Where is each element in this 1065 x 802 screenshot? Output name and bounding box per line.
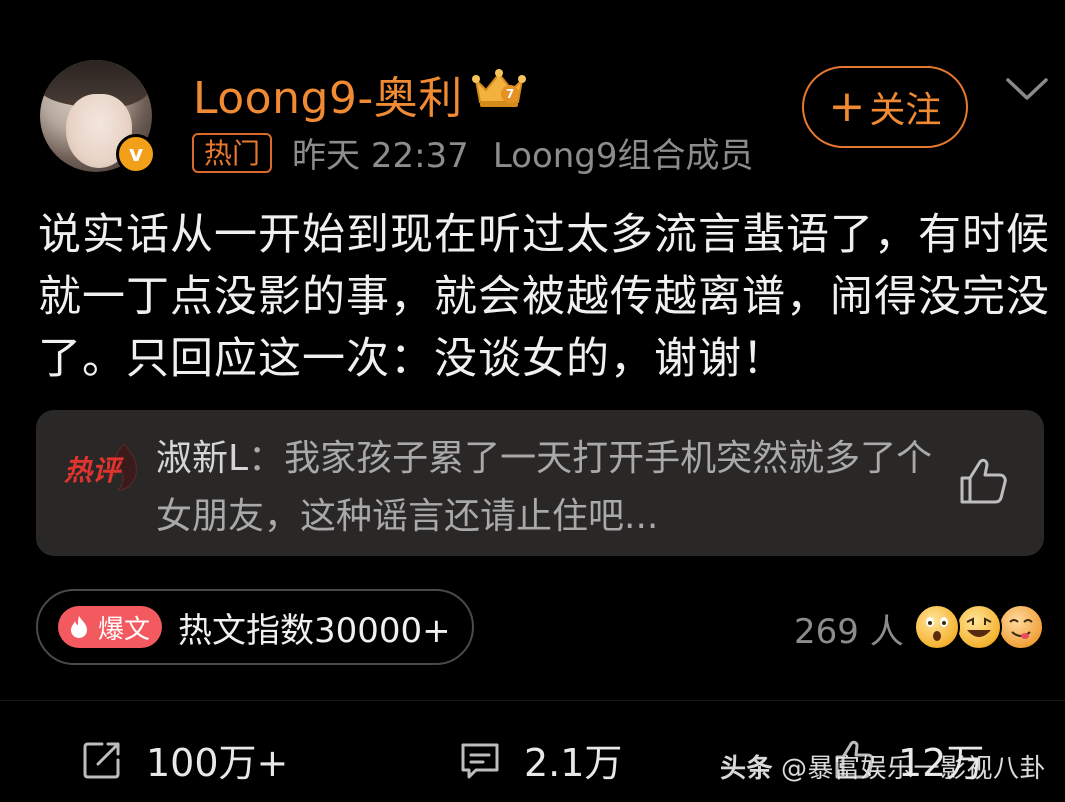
plus-icon: +	[828, 81, 866, 132]
baowen-badge: 爆文	[58, 606, 163, 648]
comment-author[interactable]: 淑新L	[156, 438, 248, 479]
weibo-post-page: v Loong9-奥利 7 热门 昨天 22:37 Loong9组合成员 + 关…	[0, 0, 1065, 802]
post-content[interactable]: 说实话从一开始到现在听过太多流言蜚语了，有时候就一丁点没影的事，就会被越传越离谱…	[38, 204, 1053, 390]
chevron-down-icon[interactable]	[1004, 72, 1050, 106]
comment-button[interactable]: 2.1万	[458, 732, 622, 787]
repost-icon	[83, 742, 120, 778]
yummy-emoji-icon[interactable]	[998, 604, 1044, 650]
post-time: 昨天 22:37	[292, 136, 469, 176]
thumbs-up-icon[interactable]	[956, 454, 1010, 508]
watermark-account: @暴富娱乐一影视八卦	[781, 754, 1047, 784]
comment-separator: ：	[248, 438, 285, 479]
hot-index-text: 热文指数30000+	[178, 610, 451, 651]
watermark: 头条 @暴富娱乐一影视八卦	[720, 748, 1046, 785]
hot-comment-text: 淑新L：我家孩子累了一天打开手机突然就多了个女朋友，这种谣言还请止住吧...	[156, 430, 946, 546]
repost-button[interactable]: 100万+	[80, 732, 288, 787]
watermark-brand: 头条	[720, 754, 774, 784]
surprised-emoji-icon[interactable]	[914, 604, 960, 650]
follow-label: 关注	[869, 90, 942, 131]
hot-index-pill[interactable]: 爆文 热文指数30000+	[36, 589, 474, 665]
crown-icon: 7	[472, 69, 526, 107]
hot-comment-badge-text: 热评	[63, 454, 124, 487]
baowen-label: 爆文	[98, 614, 151, 645]
flame-icon	[71, 616, 87, 638]
follow-button[interactable]: + 关注	[802, 66, 968, 148]
repost-count: 100万+	[146, 741, 289, 785]
comment-count: 2.1万	[524, 741, 623, 785]
hot-tag: 热门	[192, 132, 273, 173]
reaction-count[interactable]: 269 人	[794, 604, 904, 653]
author-name[interactable]: Loong9-奥利	[193, 62, 463, 126]
comment-icon	[461, 743, 499, 778]
divider	[0, 700, 1065, 701]
crown-level: 7	[506, 87, 514, 101]
post-meta: 热门 昨天 22:37 Loong9组合成员	[192, 128, 754, 177]
verified-badge-icon: v	[116, 134, 156, 174]
hot-comment-badge-icon: 热评	[63, 443, 137, 491]
hot-comment-card[interactable]: 热评 淑新L：我家孩子累了一天打开手机突然就多了个女朋友，这种谣言还请止住吧..…	[36, 410, 1044, 556]
author-description: Loong9组合成员	[492, 136, 754, 176]
laughing-emoji-icon[interactable]	[956, 604, 1002, 650]
